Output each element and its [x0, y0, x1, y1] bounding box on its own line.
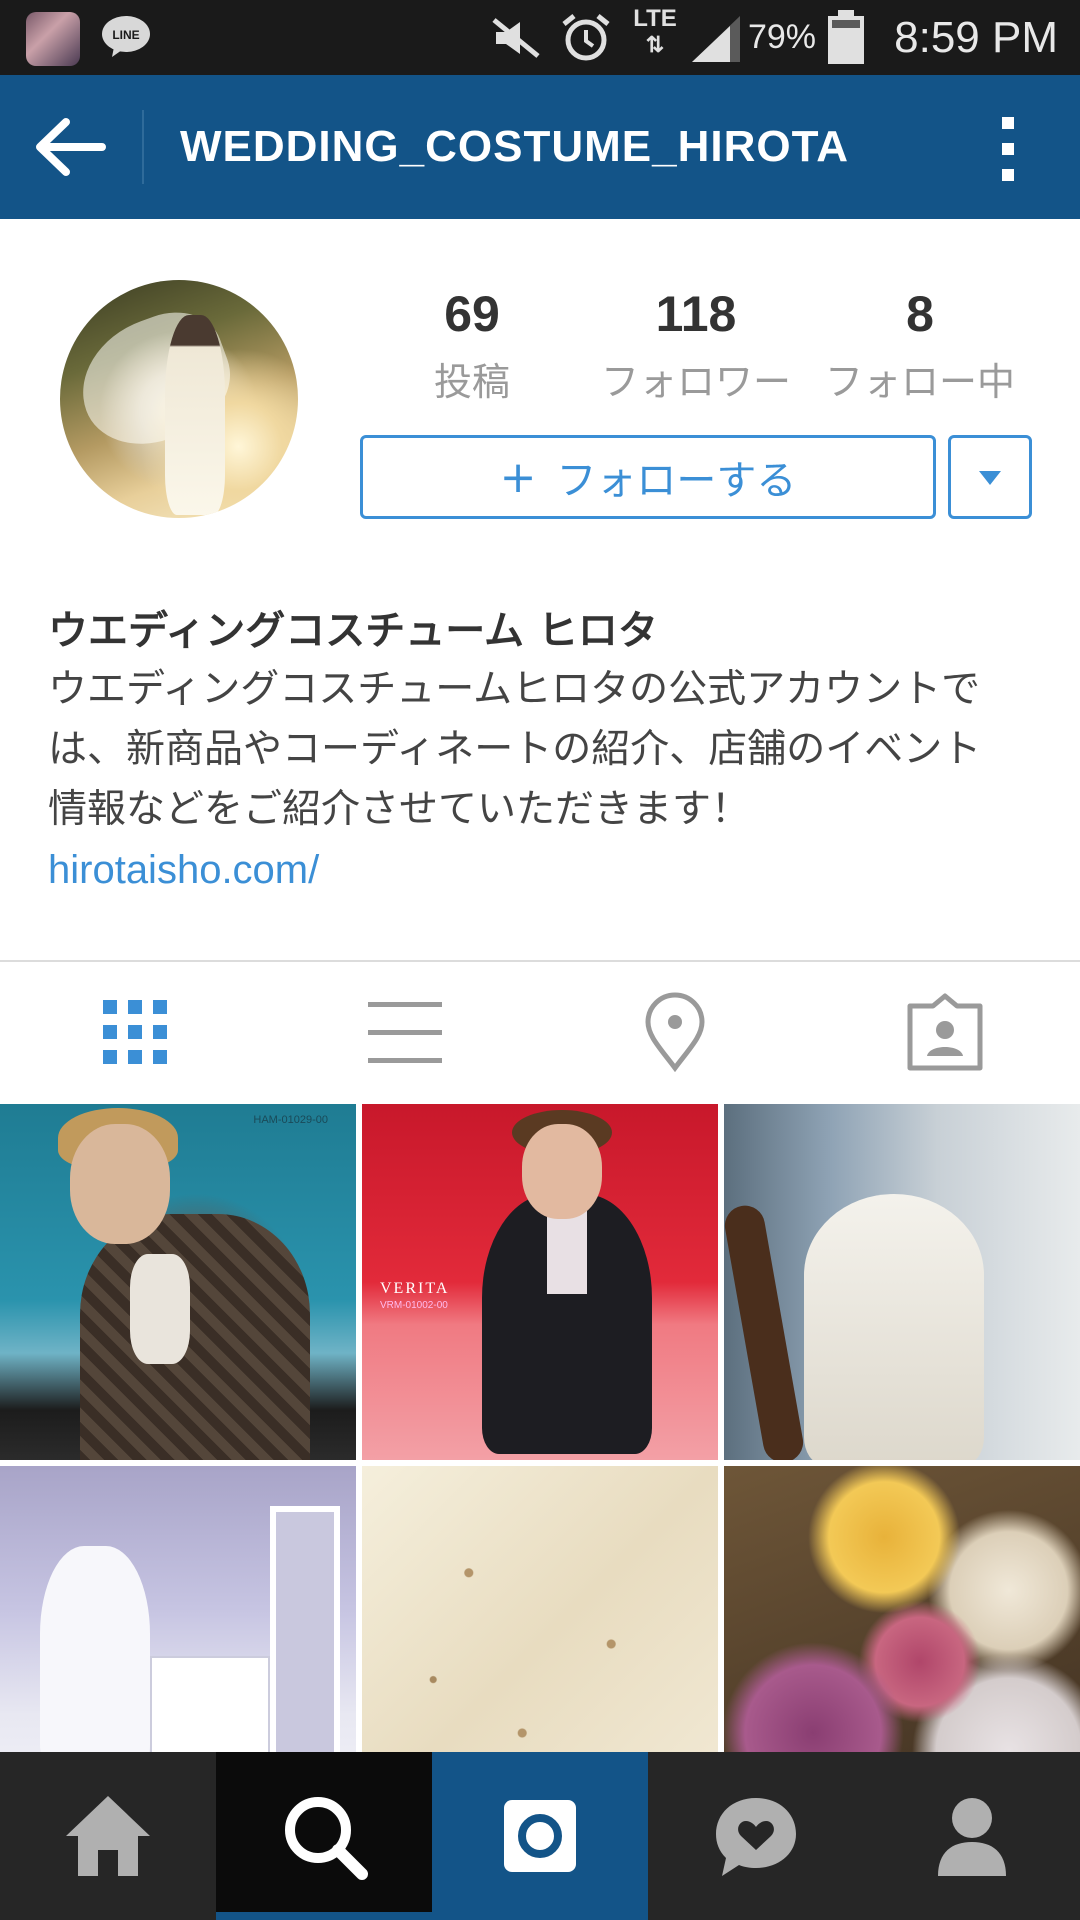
app-bar: WEDDING_COSTUME_HIROTA [0, 75, 1080, 219]
photo-tile[interactable] [724, 1466, 1080, 1752]
stat-posts[interactable]: 69 投稿 [372, 285, 572, 406]
tile-figure [804, 1194, 984, 1460]
stat-following-label: フォロー中 [824, 360, 1015, 404]
line-icon: LINE [102, 16, 150, 57]
list-icon[interactable] [360, 992, 450, 1072]
battery-icon [828, 10, 864, 64]
tagged-photos-icon[interactable] [900, 992, 990, 1072]
stat-followers[interactable]: 118 フォロワー [596, 285, 796, 406]
tile-figure [40, 1546, 150, 1752]
tile-figure-head [70, 1124, 170, 1244]
suggested-dropdown-button[interactable] [948, 435, 1032, 519]
tile-figure [80, 1214, 310, 1460]
profile-website-link[interactable]: hirotaisho.com/ [48, 848, 319, 893]
nav-activity[interactable] [648, 1752, 864, 1920]
stat-following[interactable]: 8 フォロー中 [820, 285, 1020, 406]
alarm-icon [562, 14, 610, 61]
photo-tile[interactable] [362, 1466, 718, 1752]
photo-tile[interactable]: HAM-01029-00 [0, 1104, 356, 1460]
svg-text:LINE: LINE [112, 28, 139, 42]
stat-posts-value: 69 [444, 286, 500, 342]
status-bar: LINE LTE ⇅ 79% 8:59 PM [0, 0, 1080, 75]
search-icon [285, 1797, 368, 1880]
profile-icon [938, 1798, 1006, 1876]
photo-grid: HAM-01029-00 VERITA VRM-01002-00 [0, 1104, 1080, 1752]
caret-down-icon [979, 471, 1001, 485]
profile-view-tabs [0, 962, 1080, 1102]
follow-button[interactable]: + フォローする [360, 435, 936, 519]
more-vert-icon[interactable] [990, 115, 1026, 183]
tile-mirror [270, 1506, 340, 1752]
photo-tile[interactable]: VERITA VRM-01002-00 [362, 1104, 718, 1460]
bio-line: は、新商品やコーディネートの紹介、店舗のイベント [48, 727, 982, 772]
clock: 8:59 PM [894, 12, 1058, 62]
tile-product-code: HAM-01029-00 [253, 1114, 328, 1126]
profile-username-title: WEDDING_COSTUME_HIROTA [180, 122, 849, 171]
tile-figure-head [522, 1124, 602, 1219]
nav-profile[interactable] [864, 1752, 1080, 1920]
tile-dresser [150, 1656, 270, 1752]
stat-followers-label: フォロワー [600, 360, 791, 404]
location-pin-icon[interactable] [630, 992, 720, 1072]
bottom-nav [0, 1752, 1080, 1920]
plus-icon: + [499, 451, 537, 503]
camera-icon [504, 1800, 576, 1872]
nav-search[interactable] [216, 1752, 432, 1920]
stat-followers-value: 118 [655, 286, 737, 342]
grid-icon[interactable] [90, 992, 180, 1072]
battery-percent: 79% [747, 18, 816, 56]
avatar[interactable] [60, 280, 298, 518]
mute-icon [492, 18, 540, 58]
stat-following-value: 8 [906, 286, 934, 342]
profile-bio: ウエディングコスチュームヒロタの公式アカウントで は、新商品やコーディネートの紹… [48, 660, 1038, 840]
profile-display-name: ウエディングコスチューム ヒロタ [48, 608, 658, 654]
lte-icon: LTE ⇅ [633, 5, 677, 58]
follow-button-label: フォローする [556, 458, 797, 504]
avatar-figure [165, 315, 225, 515]
tile-figure-detail [130, 1254, 190, 1364]
photo-tile[interactable] [0, 1466, 356, 1752]
signal-icon [692, 16, 740, 62]
bio-line: ウエディングコスチュームヒロタの公式アカウントで [48, 667, 981, 712]
tile-product-code: VRM-01002-00 [380, 1300, 448, 1311]
tile-brand: VERITA [380, 1280, 450, 1297]
photo-tile[interactable] [724, 1104, 1080, 1460]
nav-home[interactable] [0, 1752, 216, 1920]
tile-staircase-rail [724, 1202, 807, 1460]
bio-line: 情報などをご紹介させていただきます！ [48, 787, 751, 832]
stat-posts-label: 投稿 [433, 360, 510, 404]
home-icon [66, 1796, 150, 1876]
app-thumbnail-icon [26, 12, 80, 66]
activity-heart-icon [716, 1798, 796, 1876]
app-bar-divider [142, 110, 144, 184]
back-arrow-icon[interactable] [30, 112, 108, 182]
nav-camera[interactable] [432, 1752, 648, 1920]
